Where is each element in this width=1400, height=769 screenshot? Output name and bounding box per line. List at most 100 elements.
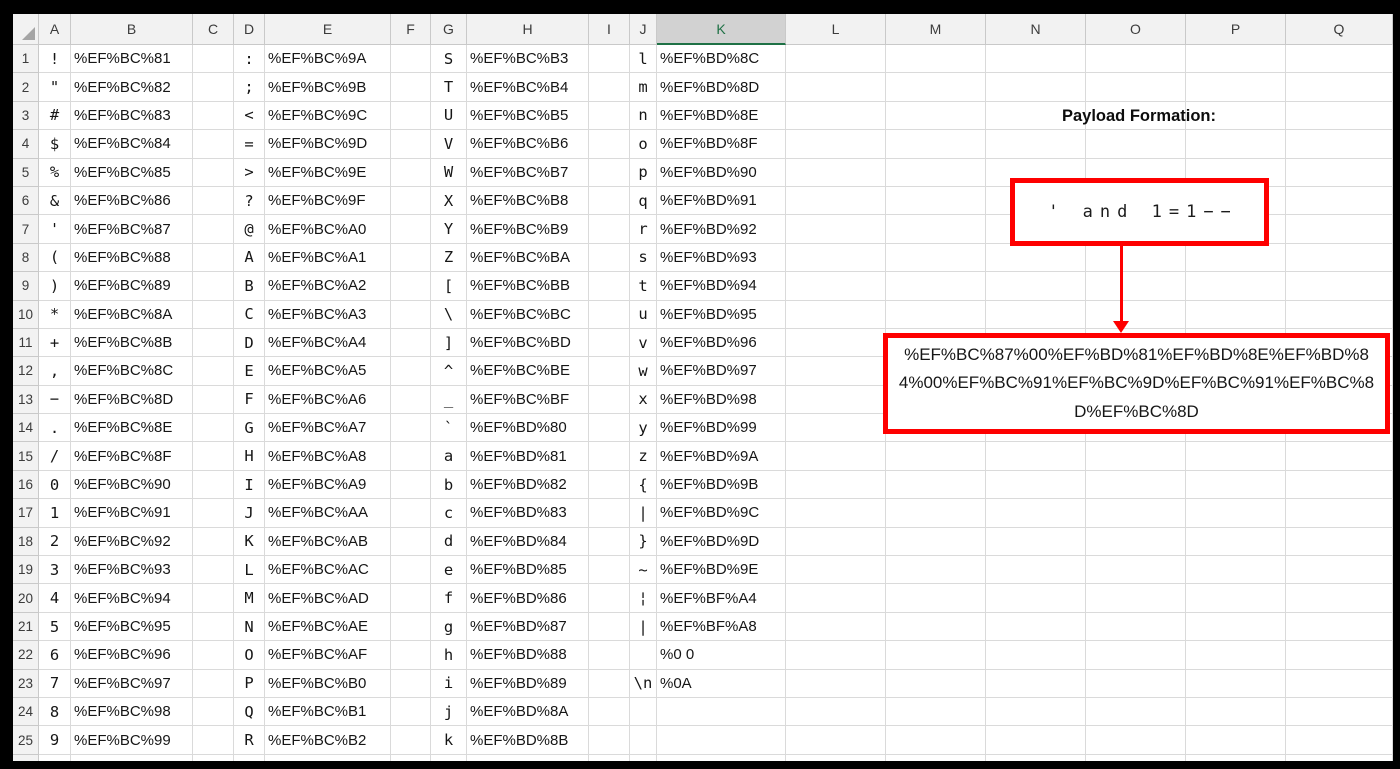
cell-D26[interactable] — [234, 754, 265, 761]
cell-Q18[interactable] — [1286, 527, 1393, 557]
cell-A12[interactable]: , — [39, 357, 71, 386]
cell-L5[interactable] — [786, 158, 886, 187]
cell-P4[interactable] — [1186, 130, 1286, 159]
cell-Q16[interactable] — [1286, 470, 1393, 500]
cell-G25[interactable]: k — [431, 726, 467, 755]
cell-B10[interactable]: %EF%BC%8A — [71, 300, 193, 329]
cell-L20[interactable] — [786, 584, 886, 613]
cell-J24[interactable] — [630, 697, 657, 727]
cell-G19[interactable]: e — [431, 556, 467, 585]
cell-M2[interactable] — [886, 73, 986, 102]
cell-B18[interactable]: %EF%BC%92 — [71, 527, 193, 557]
cell-J19[interactable]: ~ — [630, 556, 657, 585]
cell-G23[interactable]: i — [431, 669, 467, 698]
cell-A25[interactable]: 9 — [39, 726, 71, 755]
cell-L9[interactable] — [786, 272, 886, 301]
cell-G14[interactable]: ` — [431, 414, 467, 443]
cell-H5[interactable]: %EF%BC%B7 — [467, 158, 589, 187]
cell-E17[interactable]: %EF%BC%AA — [265, 499, 391, 528]
cell-J20[interactable]: ¦ — [630, 584, 657, 613]
cell-D8[interactable]: A — [234, 243, 265, 273]
cell-F16[interactable] — [391, 470, 431, 500]
cell-G26[interactable] — [431, 754, 467, 761]
cell-I23[interactable] — [589, 669, 630, 698]
cell-F5[interactable] — [391, 158, 431, 187]
cell-L22[interactable] — [786, 641, 886, 670]
cell-J26[interactable] — [630, 754, 657, 761]
cell-K4[interactable]: %EF%BD%8F — [657, 130, 786, 159]
cell-H22[interactable]: %EF%BD%88 — [467, 641, 589, 670]
cell-L16[interactable] — [786, 470, 886, 500]
row-header-17[interactable]: 17 — [13, 499, 39, 528]
cell-K24[interactable] — [657, 697, 786, 727]
cell-M9[interactable] — [886, 272, 986, 301]
cell-A19[interactable]: 3 — [39, 556, 71, 585]
cell-G18[interactable]: d — [431, 527, 467, 557]
cell-A24[interactable]: 8 — [39, 697, 71, 727]
cell-K2[interactable]: %EF%BD%8D — [657, 73, 786, 102]
cell-B20[interactable]: %EF%BC%94 — [71, 584, 193, 613]
cell-G4[interactable]: V — [431, 130, 467, 159]
cell-E9[interactable]: %EF%BC%A2 — [265, 272, 391, 301]
cell-D25[interactable]: R — [234, 726, 265, 755]
cell-N16[interactable] — [986, 470, 1086, 500]
cell-C20[interactable] — [193, 584, 234, 613]
cell-L15[interactable] — [786, 442, 886, 471]
cell-H23[interactable]: %EF%BD%89 — [467, 669, 589, 698]
column-header-I[interactable]: I — [589, 14, 630, 45]
column-header-C[interactable]: C — [193, 14, 234, 45]
row-header-14[interactable]: 14 — [13, 414, 39, 443]
cell-I17[interactable] — [589, 499, 630, 528]
cell-L10[interactable] — [786, 300, 886, 329]
cell-J15[interactable]: z — [630, 442, 657, 471]
cell-J16[interactable]: { — [630, 470, 657, 500]
cell-Q20[interactable] — [1286, 584, 1393, 613]
cell-M7[interactable] — [886, 215, 986, 244]
cell-O10[interactable] — [1086, 300, 1186, 329]
cell-P15[interactable] — [1186, 442, 1286, 471]
cell-D19[interactable]: L — [234, 556, 265, 585]
cell-O26[interactable] — [1086, 754, 1186, 761]
cell-Q26[interactable] — [1286, 754, 1393, 761]
cell-P8[interactable] — [1186, 243, 1286, 273]
cell-E18[interactable]: %EF%BC%AB — [265, 527, 391, 557]
cell-K19[interactable]: %EF%BD%9E — [657, 556, 786, 585]
cell-Q8[interactable] — [1286, 243, 1393, 273]
row-header-24[interactable]: 24 — [13, 697, 39, 727]
cell-L6[interactable] — [786, 186, 886, 216]
cell-D18[interactable]: K — [234, 527, 265, 557]
cell-Q19[interactable] — [1286, 556, 1393, 585]
cell-H8[interactable]: %EF%BC%BA — [467, 243, 589, 273]
cell-C11[interactable] — [193, 328, 234, 358]
cell-M23[interactable] — [886, 669, 986, 698]
cell-M26[interactable] — [886, 754, 986, 761]
cell-M21[interactable] — [886, 612, 986, 642]
cell-J17[interactable]: | — [630, 499, 657, 528]
cell-Q21[interactable] — [1286, 612, 1393, 642]
row-header-7[interactable]: 7 — [13, 215, 39, 244]
cell-H25[interactable]: %EF%BD%8B — [467, 726, 589, 755]
cell-G12[interactable]: ^ — [431, 357, 467, 386]
cell-B15[interactable]: %EF%BC%8F — [71, 442, 193, 471]
cell-F11[interactable] — [391, 328, 431, 358]
cell-L17[interactable] — [786, 499, 886, 528]
row-header-20[interactable]: 20 — [13, 584, 39, 613]
cell-K25[interactable] — [657, 726, 786, 755]
cell-D10[interactable]: C — [234, 300, 265, 329]
cell-C21[interactable] — [193, 612, 234, 642]
cell-K7[interactable]: %EF%BD%92 — [657, 215, 786, 244]
cell-F21[interactable] — [391, 612, 431, 642]
cell-H1[interactable]: %EF%BC%B3 — [467, 45, 589, 74]
cell-K8[interactable]: %EF%BD%93 — [657, 243, 786, 273]
cell-O4[interactable] — [1086, 130, 1186, 159]
column-header-O[interactable]: O — [1086, 14, 1186, 45]
cell-D24[interactable]: Q — [234, 697, 265, 727]
cell-M20[interactable] — [886, 584, 986, 613]
cell-H12[interactable]: %EF%BC%BE — [467, 357, 589, 386]
cell-L12[interactable] — [786, 357, 886, 386]
column-header-M[interactable]: M — [886, 14, 986, 45]
cell-K11[interactable]: %EF%BD%96 — [657, 328, 786, 358]
cell-E8[interactable]: %EF%BC%A1 — [265, 243, 391, 273]
cell-G1[interactable]: S — [431, 45, 467, 74]
cell-B11[interactable]: %EF%BC%8B — [71, 328, 193, 358]
